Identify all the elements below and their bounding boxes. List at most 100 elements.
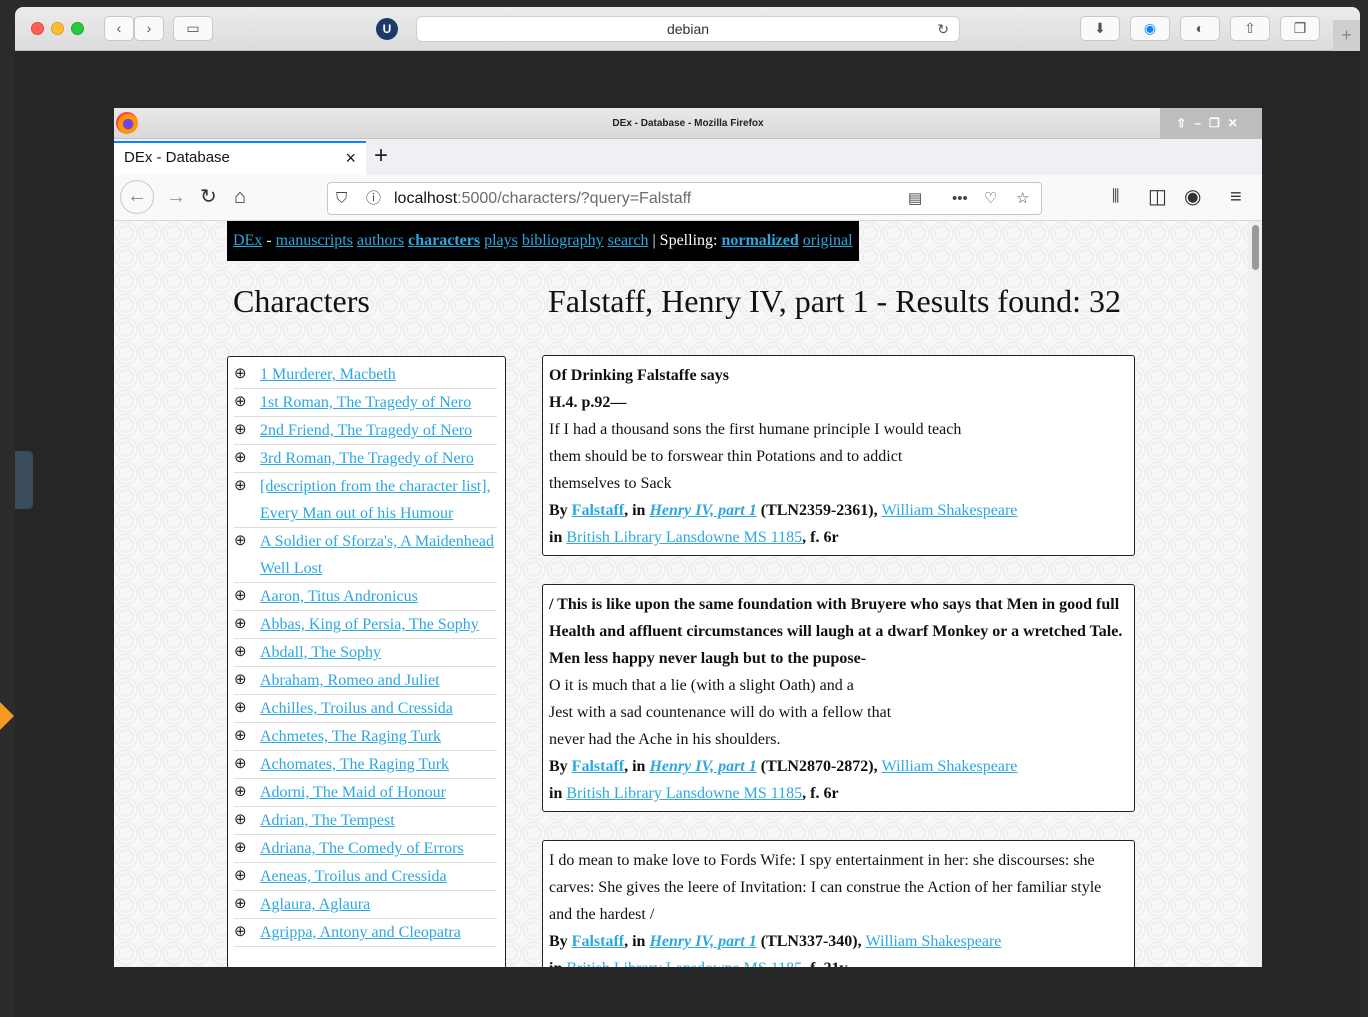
expand-plus-icon[interactable]: ⊕ [234,919,247,946]
character-link[interactable]: Achomates, The Raging Turk [260,756,449,773]
character-link[interactable]: Adrian, The Tempest [260,812,395,829]
tab-title: DEx - Database [124,149,230,166]
expand-plus-icon[interactable]: ⊕ [234,863,247,890]
author-link[interactable]: William Shakespeare [882,758,1018,775]
character-link[interactable]: Abraham, Romeo and Juliet [260,672,440,689]
share-button[interactable]: ⇧ [1230,16,1270,41]
character-link[interactable]: Abdall, The Sophy [260,644,381,661]
manuscript-link[interactable]: British Library Lansdowne MS 1185 [566,960,802,967]
play-link[interactable]: Henry IV, part 1 [649,933,756,950]
list-item: ⊕ Adriana, The Comedy of Errors [234,835,497,863]
tab-dex-database[interactable]: DEx - Database × [114,141,366,175]
shield-icon[interactable]: ⛉ [336,183,347,214]
play-link[interactable]: Henry IV, part 1 [649,758,756,775]
downloads-button[interactable]: ⬇ [1080,16,1120,41]
expand-plus-icon[interactable]: ⊕ [234,779,247,806]
bookmark-star-icon[interactable]: ☆ [1016,183,1029,214]
character-link[interactable]: [description from the character list], E… [260,478,491,522]
home-icon[interactable]: ⌂ [234,185,246,209]
account-icon[interactable]: ◉ [1184,185,1201,209]
character-link[interactable]: 1st Roman, The Tragedy of Nero [260,394,471,411]
character-link[interactable]: Aglaura, Aglaura [260,896,370,913]
character-link[interactable]: Achilles, Troilus and Cressida [260,700,453,717]
play-link[interactable]: Henry IV, part 1 [649,502,756,519]
author-link[interactable]: William Shakespeare [882,502,1018,519]
menu-icon[interactable]: ≡ [1230,185,1242,209]
spelling-original-link[interactable]: original [803,232,853,249]
tab-overview-button[interactable]: ❐ [1280,16,1320,41]
character-link[interactable]: A Soldier of Sforza's, A Maidenhead Well… [260,533,494,577]
expand-plus-icon[interactable]: ⊕ [234,389,247,416]
back-arrow-icon[interactable]: ← [120,180,154,214]
sidebar-button[interactable]: ▭ [173,16,213,41]
expand-plus-icon[interactable]: ⊕ [234,667,247,694]
expand-plus-icon[interactable]: ⊕ [234,891,247,918]
list-item: ⊕ Achilles, Troilus and Cressida [234,695,497,723]
character-link[interactable]: Falstaff [572,933,624,950]
expand-plus-icon[interactable]: ⊕ [234,583,247,610]
password-manager-button[interactable]: ◉ [1130,16,1170,41]
character-link[interactable]: 3rd Roman, The Tragedy of Nero [260,450,474,467]
back-button[interactable]: ‹ [104,16,134,41]
spelling-normalized-link[interactable]: normalized [721,232,798,249]
page-scrollbar[interactable] [1248,221,1262,967]
forward-arrow-icon[interactable]: → [166,185,186,209]
character-link[interactable]: Falstaff [572,758,624,775]
reader-view-icon[interactable]: ▤ [908,183,922,214]
close-window-button[interactable] [31,22,44,35]
nav-search-link[interactable]: search [608,232,649,249]
manuscript-link[interactable]: British Library Lansdowne MS 1185 [566,529,802,546]
expand-plus-icon[interactable]: ⊕ [234,835,247,862]
character-link[interactable]: 2nd Friend, The Tragedy of Nero [260,422,472,439]
sidebar-icon[interactable]: ◫ [1148,185,1167,209]
window-title: DEx - Database - Mozilla Firefox [612,118,764,129]
character-link[interactable]: Aaron, Titus Andronicus [260,588,418,605]
expand-plus-icon[interactable]: ⊕ [234,639,247,666]
close-tab-icon[interactable]: × [345,143,356,173]
new-tab-plus-icon[interactable]: + [374,141,388,171]
expand-plus-icon[interactable]: ⊕ [234,723,247,750]
safari-address-bar[interactable]: debian ↻ [416,16,960,42]
author-link[interactable]: William Shakespeare [866,933,1002,950]
character-link[interactable]: Adriana, The Comedy of Errors [260,840,464,857]
url-bar[interactable]: ⛉ ⓘ localhost:5000/characters/?query=Fal… [327,182,1042,215]
nav-characters-link[interactable]: characters [408,232,480,249]
nav-plays-link[interactable]: plays [484,232,518,249]
new-tab-button[interactable]: + [1333,20,1360,51]
expand-plus-icon[interactable]: ⊕ [234,807,247,834]
privacy-button[interactable]: ◐ [1180,16,1220,41]
expand-plus-icon[interactable]: ⊕ [234,417,247,444]
minimize-window-button[interactable] [51,22,64,35]
nav-manuscripts-link[interactable]: manuscripts [276,232,353,249]
scrollbar-thumb[interactable] [1252,225,1259,270]
expand-plus-icon[interactable]: ⊕ [234,445,247,472]
pocket-icon[interactable]: ♡ [984,183,997,214]
character-link[interactable]: Aeneas, Troilus and Cressida [260,868,447,885]
expand-plus-icon[interactable]: ⊕ [234,751,247,778]
side-panel-handle[interactable] [15,451,33,509]
extension-icon[interactable]: U [376,18,398,40]
nav-authors-link[interactable]: authors [357,232,404,249]
character-link[interactable]: Adorni, The Maid of Honour [260,784,446,801]
reload-icon[interactable]: ↻ [200,185,217,209]
character-link[interactable]: Agrippa, Antony and Cleopatra [260,924,461,941]
expand-plus-icon[interactable]: ⊕ [234,473,247,500]
window-controls[interactable]: ⇧–❐✕ [1160,108,1262,139]
info-icon[interactable]: ⓘ [366,183,381,214]
forward-button[interactable]: › [134,16,164,41]
character-link[interactable]: Achmetes, The Raging Turk [260,728,441,745]
reload-icon[interactable]: ↻ [937,17,949,41]
manuscript-link[interactable]: British Library Lansdowne MS 1185 [566,785,802,802]
library-icon[interactable]: ⫼ [1112,185,1119,209]
nav-dex-link[interactable]: DEx [233,232,262,249]
page-actions-icon[interactable]: ••• [952,183,968,214]
expand-plus-icon[interactable]: ⊕ [234,361,247,388]
nav-bibliography-link[interactable]: bibliography [522,232,604,249]
zoom-window-button[interactable] [71,22,84,35]
expand-plus-icon[interactable]: ⊕ [234,695,247,722]
character-link[interactable]: Falstaff [572,502,624,519]
character-link[interactable]: Abbas, King of Persia, The Sophy [260,616,479,633]
character-link[interactable]: 1 Murderer, Macbeth [260,366,396,383]
expand-plus-icon[interactable]: ⊕ [234,528,247,555]
expand-plus-icon[interactable]: ⊕ [234,611,247,638]
